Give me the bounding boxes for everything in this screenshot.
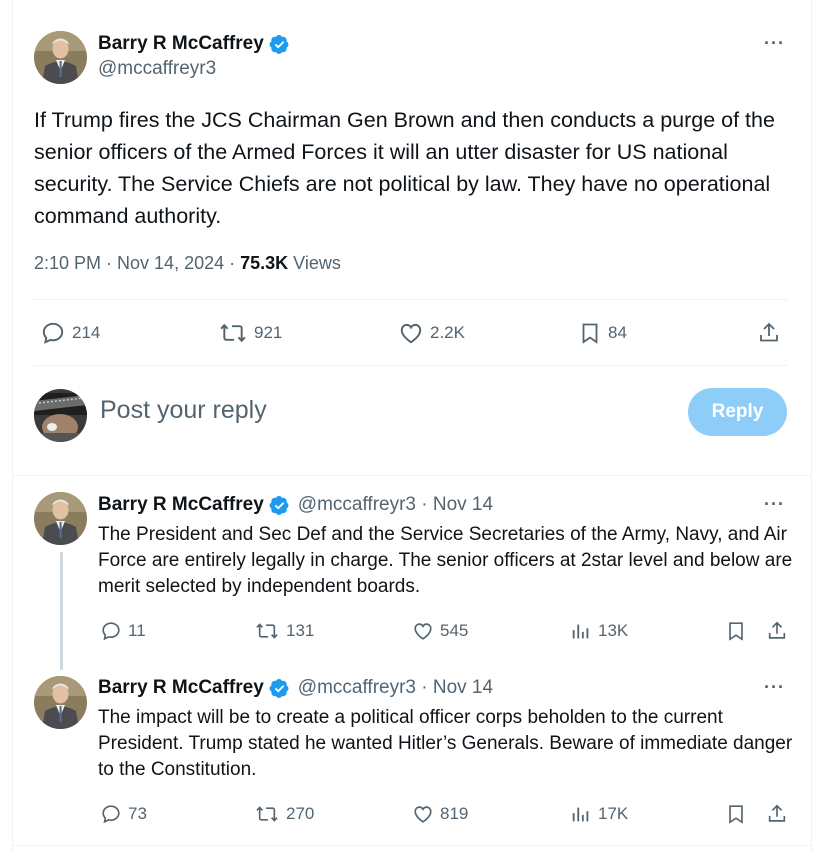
reply-handle-date[interactable]: @mccaffreyr3 · Nov 14 [298,494,493,516]
views-count[interactable]: 75.3K [240,253,288,273]
reply-avatar[interactable] [34,676,87,729]
reply-icon [102,805,120,824]
author-name-row: Barry R McCaffrey [98,33,290,55]
verified-badge-icon [269,34,290,55]
thread-connector [60,552,63,670]
heart-icon [414,623,432,640]
divider [34,299,788,300]
reply-icon [42,322,64,344]
heart-icon [400,323,422,344]
reply-avatar[interactable] [34,492,87,545]
repost-count: 131 [286,621,315,640]
more-options-icon[interactable]: ··· [764,33,785,54]
repost-icon [220,323,246,343]
reply-count: 11 [128,621,146,640]
like-count: 545 [440,621,469,640]
reply-icon [102,622,120,641]
reply-input[interactable]: Post your reply [100,396,267,425]
reply-action[interactable]: 73 [100,803,147,825]
reply-handle-date[interactable]: @mccaffreyr3 · Nov 14 [298,677,493,699]
repost-action[interactable]: 921 [218,320,282,346]
divider [12,475,812,476]
bookmark-icon [729,805,743,824]
verified-badge-icon [269,495,290,516]
repost-count: 921 [254,323,283,342]
repost-icon [256,623,278,639]
bookmark-icon [729,622,743,641]
share-icon [768,804,786,822]
like-action[interactable]: 819 [412,803,468,825]
views-action[interactable]: 17K [570,803,628,825]
share-icon [760,322,778,342]
heart-icon [414,806,432,823]
analytics-icon [572,624,589,639]
reply-button[interactable]: Reply [688,388,787,436]
views-count: 17K [598,804,629,823]
tweet-text: If Trump fires the JCS Chairman Gen Brow… [34,108,775,228]
reply-header: Barry R McCaffrey @mccaffreyr3 · Nov 14 [98,677,493,699]
more-options-icon[interactable]: ··· [764,677,785,698]
author-name[interactable]: Barry R McCaffrey [98,33,264,55]
bookmark-action[interactable] [725,620,753,642]
bookmark-count: 84 [608,323,627,342]
views-count: 13K [598,621,629,640]
repost-icon [256,806,278,822]
author-avatar[interactable] [34,31,87,84]
author-handle[interactable]: @mccaffreyr3 [98,58,216,80]
tweet-meta: 2:10 PM · Nov 14, 2024 · 75.3K Views [34,253,341,274]
reply-author-name[interactable]: Barry R McCaffrey [98,677,264,699]
like-action[interactable]: 2.2K [398,320,465,346]
share-action[interactable] [766,620,794,642]
user-avatar[interactable] [34,389,87,442]
reply-author-name[interactable]: Barry R McCaffrey [98,494,264,516]
share-action[interactable] [757,320,787,346]
tweet-timestamp[interactable]: 2:10 PM · Nov 14, 2024 · [34,253,240,273]
views-label: Views [288,253,341,273]
reply-action[interactable]: 214 [40,320,100,346]
verified-badge-icon [269,678,290,699]
views-action[interactable]: 13K [570,620,628,642]
reply-count: 214 [72,323,101,342]
bookmark-action[interactable] [725,803,753,825]
repost-action[interactable]: 270 [254,803,314,825]
like-action[interactable]: 545 [412,620,468,642]
divider [34,365,788,366]
reply-action[interactable]: 11 [100,620,146,642]
bookmark-icon [582,323,598,344]
more-options-icon[interactable]: ··· [764,494,785,515]
share-icon [768,621,786,639]
reply-text: The President and Sec Def and the Servic… [98,524,793,597]
repost-action[interactable]: 131 [254,620,314,642]
bookmark-action[interactable]: 84 [578,320,627,346]
like-count: 819 [440,804,469,823]
reply-text: The impact will be to create a political… [98,707,793,780]
reply-count: 73 [128,804,147,823]
share-action[interactable] [766,803,794,825]
like-count: 2.2K [430,323,465,342]
repost-count: 270 [286,804,315,823]
reply-header: Barry R McCaffrey @mccaffreyr3 · Nov 14 [98,494,493,516]
divider [12,845,812,846]
analytics-icon [572,807,589,822]
